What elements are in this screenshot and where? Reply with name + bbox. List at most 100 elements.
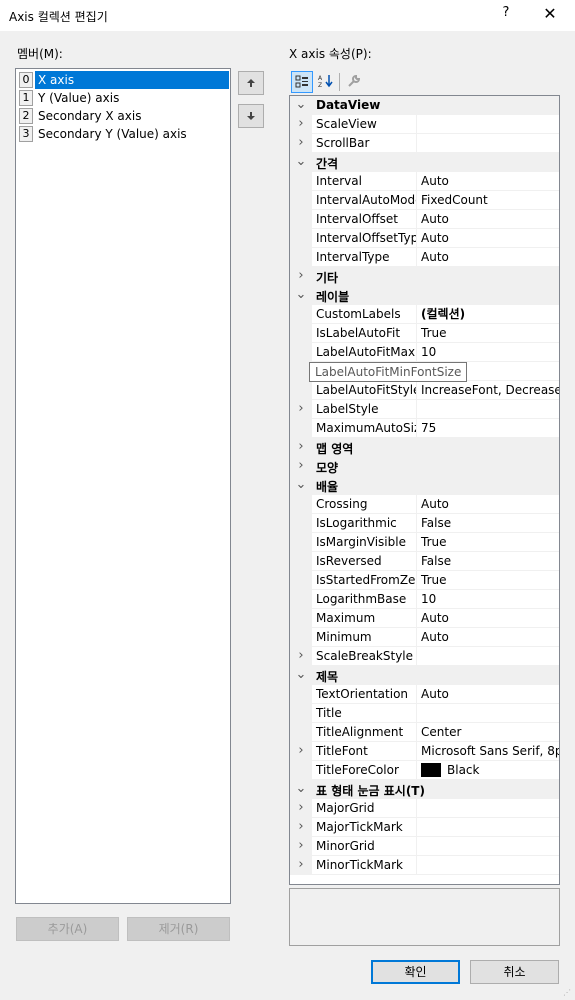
grid-property-row[interactable]: LabelAutoFitStyleIncreaseFont, DecreaseF… — [290, 381, 559, 400]
move-down-button[interactable] — [238, 104, 264, 128]
chevron-down-icon[interactable]: ⌄ — [294, 287, 308, 303]
grid-property-value[interactable]: True — [417, 324, 559, 343]
grid-property-row[interactable]: IntervalAutoMode FixedCount — [290, 191, 559, 210]
grid-property-value[interactable] — [417, 400, 559, 419]
member-item-x-axis[interactable]: 0 X axis — [19, 71, 230, 89]
remove-button[interactable]: 제거(R) — [127, 917, 230, 941]
chevron-right-icon[interactable]: › — [294, 857, 308, 873]
grid-property-row[interactable]: › MinorTickMark — [290, 856, 559, 875]
grid-property-value[interactable]: (컬렉션) — [417, 305, 559, 324]
move-up-button[interactable] — [238, 71, 264, 95]
grid-property-row[interactable]: LabelAutoFitMaxFontSize10 — [290, 343, 559, 362]
add-button[interactable]: 추가(A) — [16, 917, 119, 941]
grid-property-name[interactable]: TextOrientation — [312, 685, 417, 704]
chevron-right-icon[interactable]: › — [294, 800, 308, 816]
grid-property-name[interactable]: LabelAutoFitStyle — [312, 381, 417, 400]
grid-property-value[interactable]: Auto — [417, 229, 559, 248]
chevron-right-icon[interactable]: › — [294, 268, 308, 284]
grid-property-name[interactable]: ScaleView — [312, 115, 417, 134]
grid-category[interactable]: › 맵 영역 — [290, 438, 559, 457]
grid-property-name[interactable]: IsStartedFromZero — [312, 571, 417, 590]
grid-property-value[interactable]: True — [417, 571, 559, 590]
grid-property-row[interactable]: TitleAlignment Center — [290, 723, 559, 742]
alphabetical-button[interactable]: A Z — [315, 71, 337, 93]
grid-property-value[interactable]: Auto — [417, 685, 559, 704]
grid-property-row[interactable]: IsLogarithmic False — [290, 514, 559, 533]
grid-category[interactable]: ⌄ 제목 — [290, 666, 559, 685]
grid-property-row[interactable]: IsLabelAutoFit True — [290, 324, 559, 343]
grid-property-value[interactable]: Auto — [417, 628, 559, 647]
grid-category[interactable]: ⌄ 레이블 — [290, 286, 559, 305]
grid-property-name[interactable]: IsMarginVisible — [312, 533, 417, 552]
cancel-button[interactable]: 취소 — [470, 960, 559, 984]
grid-property-name[interactable]: Minimum — [312, 628, 417, 647]
chevron-down-icon[interactable]: ⌄ — [294, 97, 308, 113]
grid-property-name[interactable]: TitleForeColor — [312, 761, 417, 780]
grid-category[interactable]: ⌄ DataView — [290, 96, 559, 115]
grid-property-name[interactable]: IsLabelAutoFit — [312, 324, 417, 343]
help-button[interactable]: ? — [495, 5, 517, 25]
chevron-right-icon[interactable]: › — [294, 401, 308, 417]
chevron-right-icon[interactable]: › — [294, 439, 308, 455]
member-item-secondary-y-axis[interactable]: 3 Secondary Y (Value) axis — [19, 125, 230, 143]
grid-property-name[interactable]: IntervalAutoMode — [312, 191, 417, 210]
grid-property-name[interactable]: TitleAlignment — [312, 723, 417, 742]
grid-property-name[interactable]: IsLogarithmic — [312, 514, 417, 533]
grid-property-name[interactable]: Interval — [312, 172, 417, 191]
grid-property-row[interactable]: › MajorGrid — [290, 799, 559, 818]
grid-property-row[interactable]: MaximumAutoSize 75 — [290, 419, 559, 438]
grid-property-row[interactable]: CustomLabels (컬렉션) — [290, 305, 559, 324]
grid-property-name[interactable]: LabelAutoFitMaxFontSize — [312, 343, 417, 362]
grid-property-value[interactable] — [417, 799, 559, 818]
resize-grip-icon[interactable]: ⋰ — [563, 988, 573, 998]
chevron-down-icon[interactable]: ⌄ — [294, 667, 308, 683]
grid-property-value[interactable]: FixedCount — [417, 191, 559, 210]
grid-category[interactable]: ⌄ 간격 — [290, 153, 559, 172]
chevron-right-icon[interactable]: › — [294, 458, 308, 474]
grid-property-name[interactable]: MajorTickMark — [312, 818, 417, 837]
chevron-right-icon[interactable]: › — [294, 743, 308, 759]
grid-property-value[interactable]: IncreaseFont, DecreaseFont — [417, 381, 559, 400]
grid-property-row[interactable]: TextOrientation Auto — [290, 685, 559, 704]
grid-property-row[interactable]: TitleForeColor Black — [290, 761, 559, 780]
grid-property-value[interactable]: Auto — [417, 248, 559, 267]
grid-property-row[interactable]: IsStartedFromZero True — [290, 571, 559, 590]
grid-property-value[interactable]: 75 — [417, 419, 559, 438]
grid-property-row[interactable]: › ScaleBreakStyle — [290, 647, 559, 666]
grid-property-name[interactable]: IntervalOffsetType — [312, 229, 417, 248]
chevron-right-icon[interactable]: › — [294, 135, 308, 151]
property-grid[interactable]: ⌄ DataView › ScaleView › ScrollBar ⌄ 간격 Interval… — [289, 95, 560, 885]
grid-property-name[interactable]: CustomLabels — [312, 305, 417, 324]
grid-property-name[interactable]: MajorGrid — [312, 799, 417, 818]
grid-property-value[interactable] — [417, 818, 559, 837]
grid-property-value[interactable] — [417, 856, 559, 875]
grid-property-row[interactable]: IntervalType Auto — [290, 248, 559, 267]
grid-property-value[interactable]: False — [417, 514, 559, 533]
grid-property-value[interactable]: Microsoft Sans Serif, 8pt — [417, 742, 559, 761]
grid-property-row[interactable]: LogarithmBase 10 — [290, 590, 559, 609]
ok-button[interactable]: 확인 — [371, 960, 460, 984]
grid-property-name[interactable]: LogarithmBase — [312, 590, 417, 609]
chevron-down-icon[interactable]: ⌄ — [294, 781, 308, 797]
grid-property-value[interactable]: Auto — [417, 495, 559, 514]
grid-category[interactable]: ⌄ 배율 — [290, 476, 559, 495]
grid-category[interactable]: › 기타 — [290, 267, 559, 286]
grid-property-row[interactable]: IntervalOffsetType Auto — [290, 229, 559, 248]
grid-property-value[interactable] — [417, 115, 559, 134]
grid-property-row[interactable]: Minimum Auto — [290, 628, 559, 647]
grid-property-row[interactable]: IntervalOffset Auto — [290, 210, 559, 229]
grid-property-value[interactable]: Auto — [417, 172, 559, 191]
grid-property-value[interactable] — [417, 647, 559, 666]
grid-property-row[interactable]: › ScaleView — [290, 115, 559, 134]
grid-property-value[interactable]: True — [417, 533, 559, 552]
grid-property-row[interactable]: IsReversed False — [290, 552, 559, 571]
chevron-down-icon[interactable]: ⌄ — [294, 477, 308, 493]
grid-property-value[interactable]: False — [417, 552, 559, 571]
grid-property-value[interactable] — [417, 704, 559, 723]
grid-property-row[interactable]: Crossing Auto — [290, 495, 559, 514]
property-pages-button[interactable] — [343, 71, 365, 93]
grid-property-row[interactable]: › MajorTickMark — [290, 818, 559, 837]
grid-property-name[interactable]: IntervalOffset — [312, 210, 417, 229]
grid-property-value[interactable]: Auto — [417, 210, 559, 229]
grid-property-value[interactable]: 10 — [417, 590, 559, 609]
